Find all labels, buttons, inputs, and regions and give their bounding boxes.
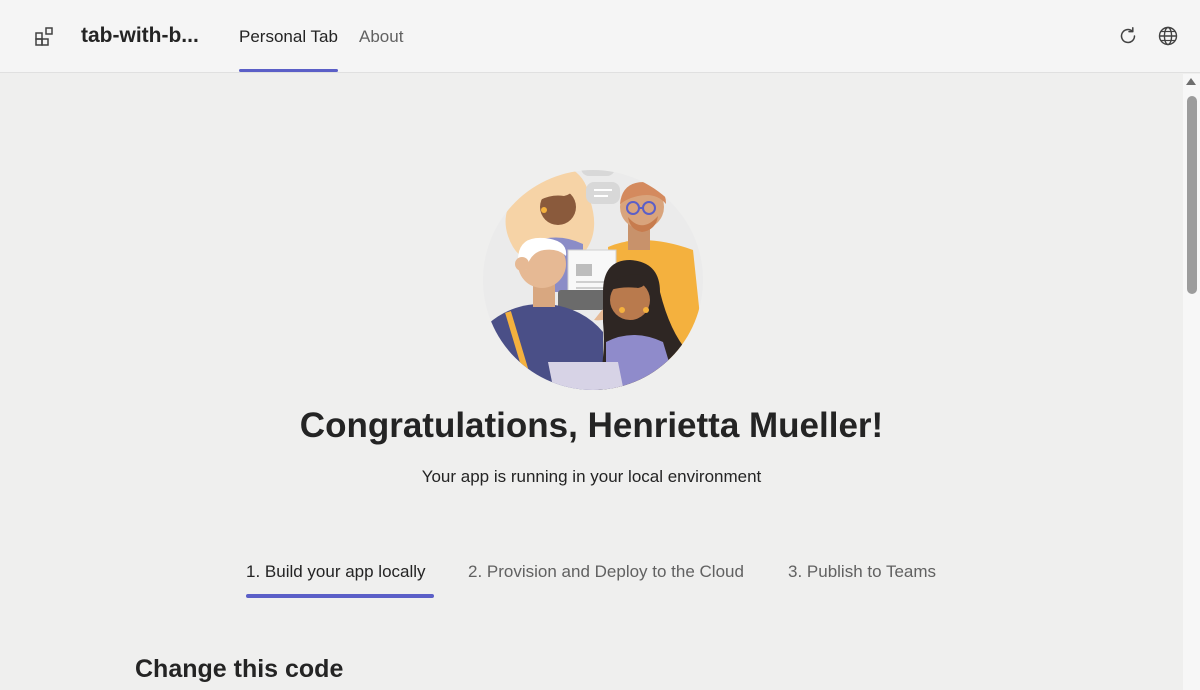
section-title: Change this code (135, 655, 344, 683)
tab-publish-teams[interactable]: 3. Publish to Teams (788, 562, 936, 582)
active-tab-indicator (239, 69, 338, 72)
scroll-thumb[interactable] (1187, 96, 1197, 294)
apps-icon[interactable] (26, 18, 64, 56)
tab-provision-deploy[interactable]: 2. Provision and Deploy to the Cloud (468, 562, 744, 582)
refresh-icon[interactable] (1116, 24, 1140, 48)
environment-subtitle: Your app is running in your local enviro… (421, 467, 762, 486)
active-step-indicator (246, 594, 434, 598)
scroll-up-arrow-icon[interactable] (1186, 78, 1196, 85)
globe-icon[interactable] (1156, 24, 1180, 48)
tab-build-locally[interactable]: 1. Build your app locally (246, 562, 426, 582)
tab-about[interactable]: About (359, 27, 403, 47)
hero-illustration (478, 152, 708, 392)
app-title: tab-with-b... (81, 24, 199, 47)
app-header: tab-with-b... Personal Tab About (0, 0, 1200, 73)
vertical-scrollbar[interactable] (1183, 74, 1200, 690)
tab-personal-tab[interactable]: Personal Tab (239, 27, 338, 47)
congratulations-heading: Congratulations, Henrietta Mueller! (299, 406, 884, 445)
